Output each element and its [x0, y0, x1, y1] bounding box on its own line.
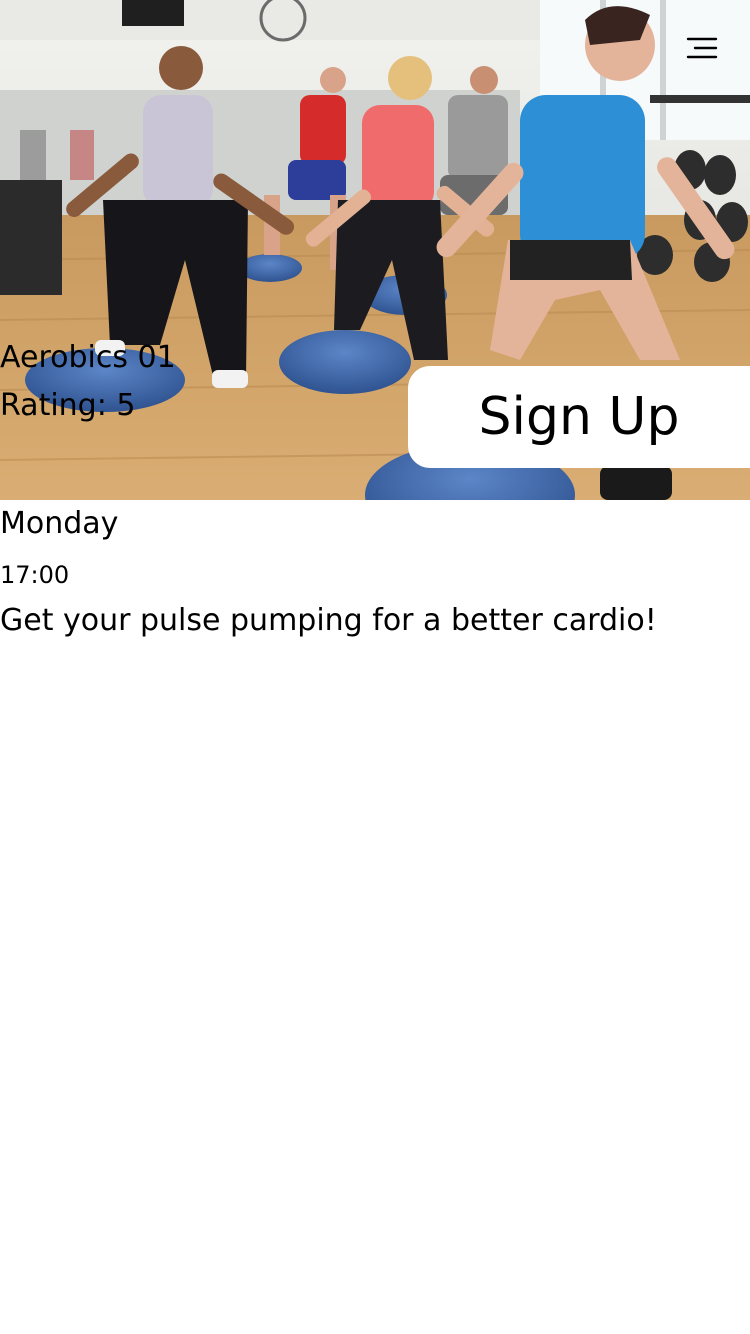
sign-up-button[interactable]: Sign Up	[408, 366, 750, 468]
hero-section: Aerobics 01 Rating: 5 Sign Up	[0, 0, 750, 500]
class-name: Aerobics 01	[0, 340, 176, 375]
class-description: Get your pulse pumping for a better card…	[0, 603, 657, 638]
hamburger-menu-icon	[686, 37, 718, 59]
class-day: Monday	[0, 506, 119, 541]
class-time: 17:00	[0, 561, 70, 589]
class-rating: Rating: 5	[0, 388, 136, 423]
menu-button[interactable]	[682, 30, 722, 66]
